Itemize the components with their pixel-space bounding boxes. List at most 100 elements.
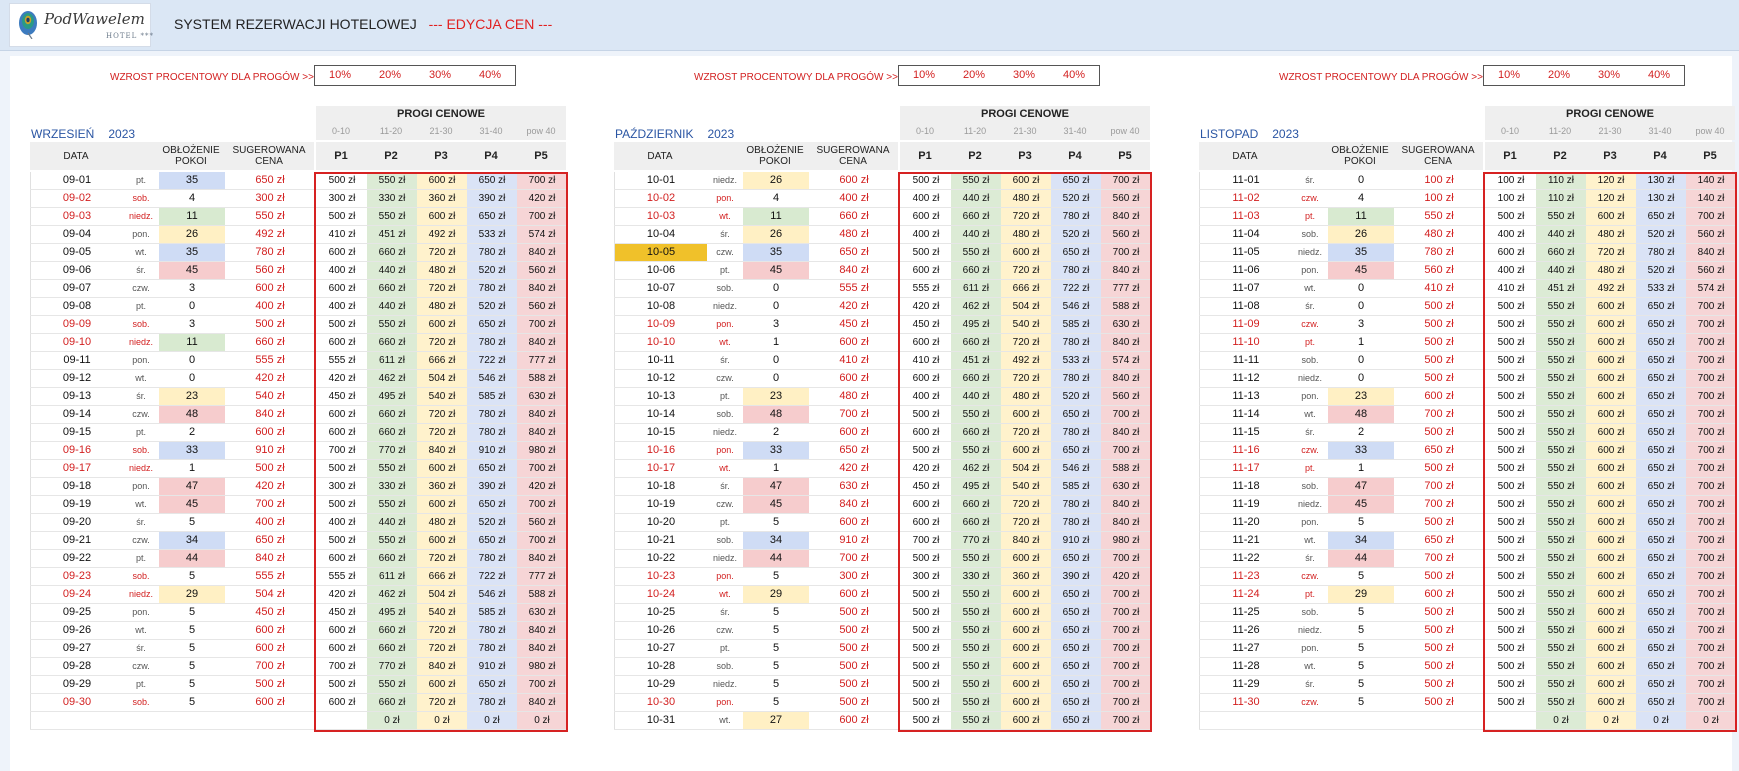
price-level-cell[interactable]: 420 zł [901,460,951,477]
occupancy-cell[interactable]: 45 [1328,262,1394,279]
weekday-cell[interactable] [1292,712,1328,729]
price-level-cell[interactable]: 500 zł [1486,640,1536,657]
occupancy-cell[interactable]: 48 [1328,406,1394,423]
price-level-cell[interactable]: 600 zł [317,334,367,351]
price-level-cell[interactable]: 560 zł [1686,226,1736,243]
date-cell[interactable]: 09-16 [30,442,123,459]
date-cell[interactable]: 10-02 [614,190,707,207]
price-level-cell[interactable]: 130 zł [1636,172,1686,189]
date-cell[interactable]: 11-19 [1199,496,1292,513]
weekday-cell[interactable]: wt. [123,622,159,639]
weekday-cell[interactable]: pt. [123,172,159,189]
weekday-cell[interactable]: czw. [707,622,743,639]
weekday-cell[interactable]: sob. [1292,478,1328,495]
date-cell[interactable]: 10-19 [614,496,707,513]
price-level-cell[interactable]: 110 zł [1536,172,1586,189]
price-level-cell[interactable]: 700 zł [1686,370,1736,387]
pct-increase-cell[interactable]: 20% [1534,66,1584,85]
pct-increase-cell[interactable]: 10% [1484,66,1534,85]
price-level-cell[interactable]: 780 zł [1051,208,1101,225]
date-cell[interactable]: 11-30 [1199,694,1292,711]
price-level-cell[interactable]: 720 zł [1001,208,1051,225]
occupancy-cell[interactable]: 48 [159,406,225,423]
date-cell[interactable]: 11-07 [1199,280,1292,297]
weekday-cell[interactable]: wt. [707,460,743,477]
price-level-cell[interactable]: 440 zł [1536,262,1586,279]
price-level-cell[interactable]: 650 zł [1051,694,1101,711]
price-level-cell[interactable]: 504 zł [417,370,467,387]
price-level-cell[interactable]: 450 zł [901,478,951,495]
occupancy-cell[interactable]: 5 [743,604,809,621]
price-level-cell[interactable]: 600 zł [1001,244,1051,261]
price-level-cell[interactable]: 700 zł [1686,460,1736,477]
occupancy-cell[interactable]: 33 [1328,442,1394,459]
price-level-cell[interactable]: 780 zł [1051,514,1101,531]
price-level-cell[interactable]: 720 zł [1001,262,1051,279]
price-level-cell[interactable]: 500 zł [1486,622,1536,639]
price-level-cell[interactable]: 550 zł [367,676,417,693]
weekday-cell[interactable]: śr. [707,226,743,243]
price-level-cell[interactable]: 780 zł [467,640,517,657]
price-level-cell[interactable]: 546 zł [1051,298,1101,315]
price-level-cell[interactable]: 440 zł [367,262,417,279]
suggested-price-cell[interactable]: 555 zł [225,568,315,585]
occupancy-cell[interactable]: 5 [1328,640,1394,657]
price-level-cell[interactable]: 700 zł [901,532,951,549]
price-level-cell[interactable]: 600 zł [901,496,951,513]
suggested-price-cell[interactable]: 100 zł [1394,190,1484,207]
date-cell[interactable]: 10-09 [614,316,707,333]
date-cell[interactable]: 09-18 [30,478,123,495]
occupancy-cell[interactable]: 29 [743,586,809,603]
occupancy-cell[interactable]: 0 [1328,370,1394,387]
occupancy-cell[interactable]: 5 [1328,568,1394,585]
price-level-cell[interactable]: 780 zł [467,280,517,297]
suggested-price-cell[interactable]: 600 zł [1394,388,1484,405]
date-cell[interactable]: 09-13 [30,388,123,405]
price-level-cell[interactable]: 520 zł [1051,388,1101,405]
suggested-price-cell[interactable]: 555 zł [809,280,899,297]
price-level-cell[interactable]: 630 zł [517,604,567,621]
date-cell[interactable]: 11-28 [1199,658,1292,675]
price-level-cell[interactable]: 770 zł [367,658,417,675]
occupancy-cell[interactable]: 11 [743,208,809,225]
price-level-cell[interactable]: 600 zł [317,424,367,441]
price-level-cell[interactable]: 840 zł [517,694,567,711]
suggested-price-cell[interactable]: 420 zł [809,460,899,477]
price-level-cell[interactable]: 480 zł [417,298,467,315]
price-level-cell[interactable]: 300 zł [317,478,367,495]
price-level-cell[interactable]: 700 zł [517,208,567,225]
price-level-cell[interactable]: 550 zł [951,586,1001,603]
price-level-cell[interactable]: 600 zł [1586,298,1636,315]
suggested-price-cell[interactable]: 500 zł [1394,352,1484,369]
price-level-cell[interactable]: 600 zł [1001,640,1051,657]
weekday-cell[interactable]: wt. [707,334,743,351]
occupancy-cell[interactable]: 26 [743,172,809,189]
suggested-price-cell[interactable]: 300 zł [225,190,315,207]
price-level-cell[interactable]: 650 zł [1051,622,1101,639]
occupancy-cell[interactable]: 1 [743,334,809,351]
price-level-cell[interactable]: 720 zł [417,550,467,567]
price-level-cell[interactable]: 600 zł [317,694,367,711]
weekday-cell[interactable]: niedz. [707,298,743,315]
suggested-price-cell[interactable]: 600 zł [809,424,899,441]
price-level-cell[interactable]: 500 zł [1486,550,1536,567]
price-level-cell[interactable]: 700 zł [1686,496,1736,513]
price-level-cell[interactable]: 540 zł [1001,316,1051,333]
price-level-cell[interactable]: 770 zł [367,442,417,459]
date-cell[interactable]: 09-20 [30,514,123,531]
price-level-cell[interactable]: 600 zł [1001,442,1051,459]
weekday-cell[interactable]: pt. [123,424,159,441]
price-level-cell[interactable]: 660 zł [951,370,1001,387]
price-level-cell[interactable]: 600 zł [1586,532,1636,549]
price-level-cell[interactable]: 650 zł [467,460,517,477]
price-level-cell[interactable]: 650 zł [1636,316,1686,333]
occupancy-cell[interactable]: 35 [743,244,809,261]
weekday-cell[interactable]: sob. [1292,604,1328,621]
occupancy-cell[interactable]: 5 [159,514,225,531]
date-cell[interactable]: 09-08 [30,298,123,315]
suggested-price-cell[interactable]: 492 zł [225,226,315,243]
suggested-price-cell[interactable]: 500 zł [809,640,899,657]
suggested-price-cell[interactable]: 700 zł [809,550,899,567]
price-level-cell[interactable]: 666 zł [1001,280,1051,297]
occupancy-cell[interactable]: 23 [743,388,809,405]
